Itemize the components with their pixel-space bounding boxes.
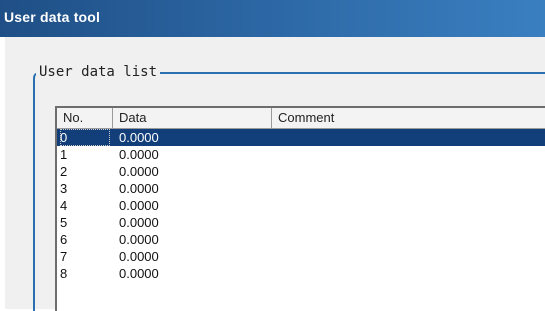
table-row[interactable]: 4 0.0000 [57,197,545,214]
row-comment-cell [278,146,538,163]
row-no-cell: 3 [60,181,68,196]
row-comment-cell [278,129,538,146]
row-data-cell: 0.0000 [119,232,159,247]
row-data-cell: 0.0000 [119,249,159,264]
column-header-no[interactable]: No. [57,108,113,128]
row-no-cell: 5 [60,215,68,230]
table-header: No. Data Comment [57,108,545,129]
table-row[interactable]: 6 0.0000 [57,231,545,248]
row-no-cell: 1 [60,147,68,162]
row-data-cell: 0.0000 [119,164,159,179]
row-no-cell: 7 [60,249,68,264]
row-data-cell: 0.0000 [119,215,159,230]
row-comment-cell [278,163,538,180]
row-no-cell: 4 [60,198,68,213]
window-title: User data tool [4,9,101,25]
row-data-cell: 0.0000 [119,266,159,281]
title-bar[interactable]: User data tool [0,0,545,37]
row-comment-cell [278,248,538,265]
row-no-cell: 6 [60,232,68,247]
column-header-comment[interactable]: Comment [272,108,545,128]
row-comment-cell [278,231,538,248]
row-no-cell: 2 [60,164,68,179]
table-row[interactable]: 3 0.0000 [57,180,545,197]
row-data-cell: 0.0000 [119,181,159,196]
row-comment-cell [278,265,538,282]
table-row[interactable]: 0 0.0000 [57,129,545,146]
row-data-cell: 0.0000 [119,147,159,162]
row-data-cell: 0.0000 [119,198,159,213]
row-no-cell: 0 [60,129,110,146]
row-no-cell: 8 [60,266,68,281]
row-comment-cell [278,197,538,214]
row-comment-cell [278,180,538,197]
row-data-cell: 0.0000 [119,130,159,145]
table-row[interactable]: 7 0.0000 [57,248,545,265]
group-title: User data list [36,64,161,80]
column-header-data[interactable]: Data [113,108,272,128]
table-row[interactable]: 5 0.0000 [57,214,545,231]
row-comment-cell [278,214,538,231]
table-row[interactable]: 1 0.0000 [57,146,545,163]
table-row[interactable]: 8 0.0000 [57,265,545,282]
user-data-table[interactable]: No. Data Comment 0 0.0000 1 0.0000 2 0.0000 3 0… [55,106,545,311]
table-row[interactable]: 2 0.0000 [57,163,545,180]
